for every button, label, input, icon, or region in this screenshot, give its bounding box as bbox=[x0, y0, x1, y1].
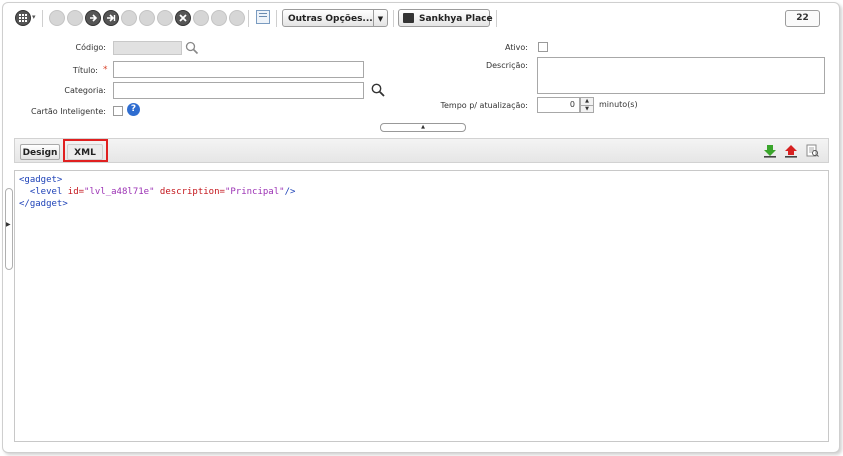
collapse-form-button[interactable]: ▲ bbox=[380, 123, 466, 132]
upload-icon[interactable] bbox=[784, 144, 798, 158]
last-record-icon[interactable] bbox=[103, 10, 119, 26]
expand-arrow-icon: ▶ bbox=[6, 221, 11, 228]
ativo-label: Ativo: bbox=[504, 43, 528, 52]
xml-open-tag: <gadget> bbox=[19, 175, 63, 185]
tempo-label: Tempo p/ atualização: bbox=[440, 101, 528, 110]
preview-icon[interactable] bbox=[806, 144, 819, 158]
previous-record-icon[interactable] bbox=[67, 10, 83, 26]
next-record-icon[interactable] bbox=[85, 10, 101, 26]
search-icon[interactable] bbox=[185, 41, 199, 55]
code-line: <level id="lvl_a48l71e" description="Pri… bbox=[19, 186, 824, 198]
code-line: <gadget> bbox=[19, 174, 824, 186]
xml-value-id: "lvl_a48l71e" bbox=[84, 187, 155, 197]
remove-icon[interactable] bbox=[139, 10, 155, 26]
separator bbox=[496, 10, 497, 27]
confirm-icon[interactable] bbox=[157, 10, 173, 26]
sankhya-place-button[interactable]: Sankhya Place bbox=[398, 9, 493, 27]
tempo-unit: minuto(s) bbox=[599, 100, 638, 109]
xml-tab-highlight bbox=[63, 139, 108, 162]
sankhya-place-icon bbox=[403, 13, 414, 23]
xml-attr-description: description= bbox=[154, 187, 225, 197]
separator bbox=[393, 10, 394, 27]
increment-icon[interactable]: ▲ bbox=[581, 98, 593, 106]
cartao-checkbox[interactable] bbox=[113, 106, 123, 116]
sankhya-place-label: Sankhya Place bbox=[419, 14, 493, 24]
separator bbox=[276, 10, 277, 27]
categoria-input[interactable] bbox=[113, 82, 364, 99]
xml-self-close: /> bbox=[284, 187, 296, 197]
copy-icon[interactable] bbox=[211, 10, 227, 26]
decrement-icon[interactable]: ▼ bbox=[581, 106, 593, 113]
xml-editor[interactable]: <gadget> <level id="lvl_a48l71e" descrip… bbox=[14, 170, 829, 442]
cartao-label: Cartão Inteligente: bbox=[30, 107, 106, 116]
refresh-icon[interactable] bbox=[193, 10, 209, 26]
report-icon[interactable] bbox=[256, 10, 270, 24]
tempo-stepper[interactable]: ▲ ▼ bbox=[580, 97, 594, 113]
first-record-icon[interactable] bbox=[49, 10, 65, 26]
ativo-checkbox[interactable] bbox=[538, 42, 548, 52]
download-icon[interactable] bbox=[763, 144, 777, 158]
titulo-input[interactable] bbox=[113, 61, 364, 78]
xml-value-description: "Principal" bbox=[224, 187, 285, 197]
tempo-input[interactable]: 0 bbox=[537, 97, 580, 113]
separator bbox=[248, 10, 249, 27]
grid-menu-icon[interactable] bbox=[15, 10, 31, 26]
xml-close-tag: </gadget> bbox=[19, 199, 68, 209]
dropdown-arrow-icon[interactable]: ▼ bbox=[373, 10, 387, 26]
descricao-textarea[interactable] bbox=[537, 57, 825, 94]
required-mark: * bbox=[103, 65, 108, 75]
add-icon[interactable] bbox=[121, 10, 137, 26]
tab-bar: Design XML bbox=[14, 138, 829, 163]
record-counter: 22 bbox=[785, 10, 820, 27]
descricao-label: Descrição: bbox=[485, 61, 528, 70]
tab-design[interactable]: Design bbox=[20, 144, 60, 160]
separator bbox=[42, 10, 43, 27]
edit-icon[interactable] bbox=[229, 10, 245, 26]
chevron-down-icon[interactable]: ▾ bbox=[32, 13, 36, 21]
code-line: </gadget> bbox=[19, 198, 824, 210]
more-options-label: Outras Opções... bbox=[288, 14, 373, 24]
categoria-label: Categoria: bbox=[64, 86, 106, 95]
titulo-label: Título: bbox=[72, 66, 98, 75]
cancel-icon[interactable] bbox=[175, 10, 191, 26]
help-icon[interactable]: ? bbox=[127, 103, 140, 116]
codigo-field bbox=[113, 41, 182, 55]
more-options-button[interactable]: Outras Opções... ▼ bbox=[282, 9, 388, 27]
side-panel-handle[interactable]: ▶ bbox=[5, 188, 13, 270]
search-icon[interactable] bbox=[371, 83, 386, 98]
toolbar: ▾ Outras Opções... ▼ Sankhya Place 22 bbox=[12, 8, 830, 30]
xml-attr-id: id= bbox=[67, 187, 85, 197]
xml-level-tag: <level bbox=[29, 187, 68, 197]
codigo-label: Código: bbox=[75, 43, 106, 52]
